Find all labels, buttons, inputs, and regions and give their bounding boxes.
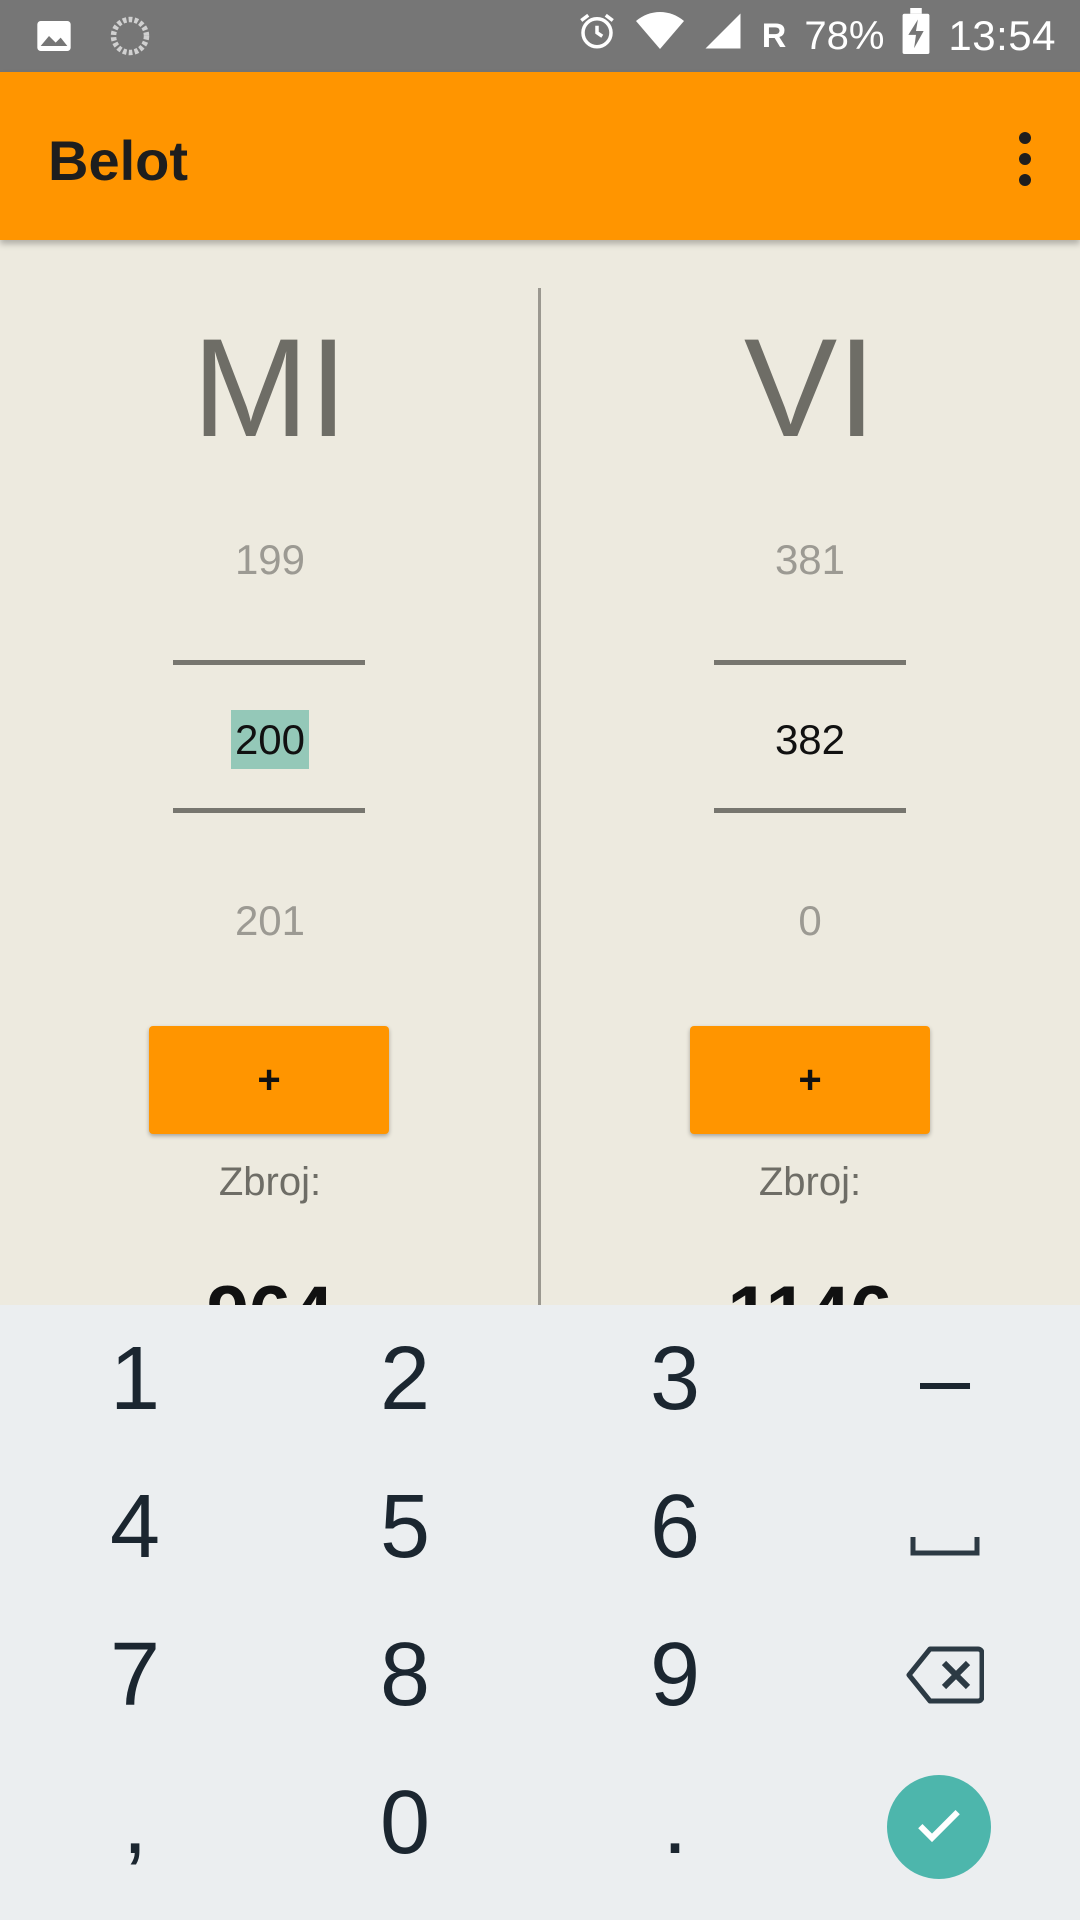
key-9[interactable]: 9 <box>540 1601 810 1749</box>
check-icon <box>911 1797 967 1858</box>
picker-previous-value[interactable]: 199 <box>0 536 540 584</box>
picker-next-value[interactable]: 201 <box>0 897 540 945</box>
image-icon <box>34 16 74 61</box>
wifi-icon <box>635 10 684 62</box>
roaming-indicator: R <box>761 16 787 55</box>
key-5[interactable]: 5 <box>270 1453 540 1601</box>
clock: 13:54 <box>948 12 1056 59</box>
key-3[interactable]: 3 <box>540 1305 810 1453</box>
picker-divider-bottom <box>714 808 906 813</box>
sync-icon <box>108 14 152 63</box>
signal-icon <box>702 10 744 62</box>
battery-percentage: 78% <box>804 13 885 58</box>
key-space[interactable] <box>810 1453 1080 1601</box>
key-2[interactable]: 2 <box>270 1305 540 1453</box>
picker-divider-top <box>173 660 365 665</box>
key-4[interactable]: 4 <box>0 1453 270 1601</box>
picker-next-value[interactable]: 0 <box>540 897 1080 945</box>
done-button[interactable] <box>887 1775 991 1879</box>
app-bar: Belot <box>0 72 1080 240</box>
picker-input[interactable]: 200 <box>230 710 310 769</box>
team-name: VI <box>743 309 877 466</box>
sum-label: Zbroj: <box>218 1160 322 1204</box>
key-period[interactable]: . <box>540 1749 810 1897</box>
alarm-icon <box>576 10 618 62</box>
add-score-button[interactable]: + <box>690 1026 930 1134</box>
picker-divider-bottom <box>173 808 365 813</box>
key-minus[interactable]: – <box>810 1305 1080 1453</box>
picker-divider-top <box>714 660 906 665</box>
key-6[interactable]: 6 <box>540 1453 810 1601</box>
sum-label: Zbroj: <box>758 1160 862 1204</box>
team-column-vi: VI 381 382 0 + Zbroj: 1146 <box>540 240 1080 1356</box>
key-7[interactable]: 7 <box>0 1601 270 1749</box>
battery-charging-icon <box>902 8 930 64</box>
picker-input[interactable]: 382 <box>771 710 849 769</box>
numeric-keyboard: 1 2 3 – 4 5 6 7 8 9 , 0 . <box>0 1305 1080 1920</box>
picker-current-value[interactable]: 382 <box>540 716 1080 764</box>
picker-previous-value[interactable]: 381 <box>540 536 1080 584</box>
space-icon <box>910 1476 980 1579</box>
picker-current-value[interactable]: 200 <box>0 710 540 769</box>
team-column-mi: MI 199 200 201 + Zbroj: 964 <box>0 240 540 1356</box>
backspace-icon <box>906 1624 985 1727</box>
add-score-button[interactable]: + <box>149 1026 389 1134</box>
key-0[interactable]: 0 <box>270 1749 540 1897</box>
key-comma[interactable]: , <box>0 1749 270 1897</box>
key-8[interactable]: 8 <box>270 1601 540 1749</box>
app-title: Belot <box>48 129 188 192</box>
more-vert-icon[interactable] <box>1010 132 1040 186</box>
status-bar: R 78% 13:54 <box>0 0 1080 72</box>
key-backspace[interactable] <box>810 1601 1080 1749</box>
key-1[interactable]: 1 <box>0 1305 270 1453</box>
team-name: MI <box>192 309 348 466</box>
